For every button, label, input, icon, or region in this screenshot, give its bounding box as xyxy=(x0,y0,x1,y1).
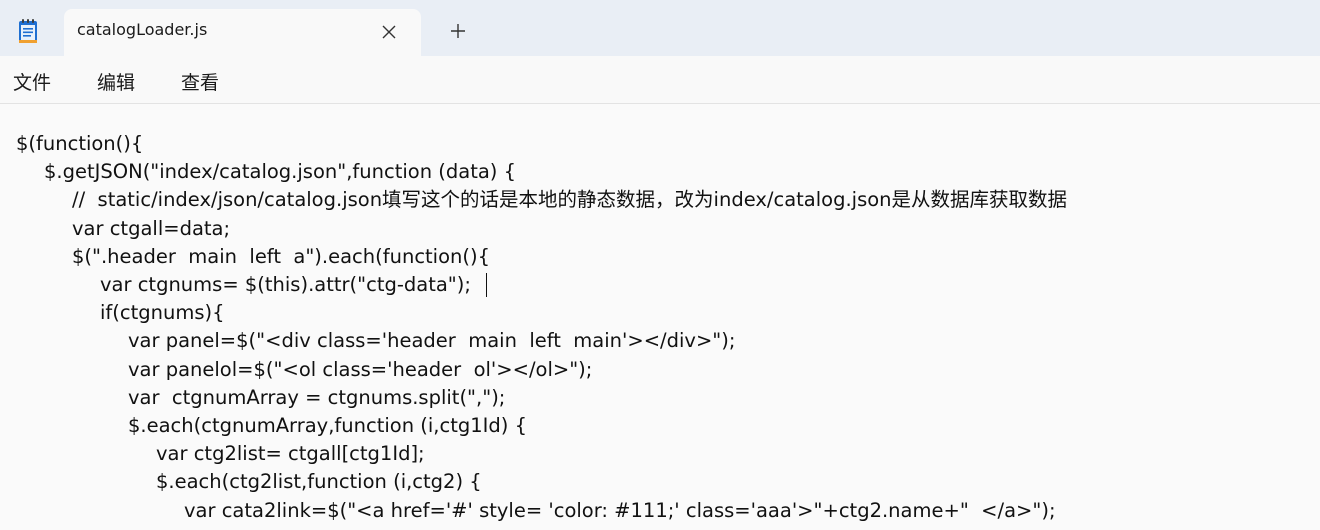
tab-title: catalogLoader.js xyxy=(77,20,208,39)
code-line: $.each(ctg2list,function (i,ctg2) { xyxy=(156,470,482,494)
menu-file[interactable]: 文件 xyxy=(13,68,51,95)
code-line: var ctgnums= $(this).attr("ctg-data"); xyxy=(100,273,471,296)
code-line: // static/index/json/catalog.json填写这个的话是… xyxy=(72,188,1068,212)
title-bar: catalogLoader.js xyxy=(0,0,1320,56)
code-line: $(".header main left a").each(function()… xyxy=(72,244,491,268)
menu-view[interactable]: 查看 xyxy=(181,68,219,95)
menu-bar: 文件 编辑 查看 xyxy=(0,56,1320,103)
code-line: var ctg2list= ctgall[ctg1Id]; xyxy=(156,442,425,466)
tab-catalogloader[interactable]: catalogLoader.js xyxy=(64,9,421,56)
code-line: $.each(ctgnumArray,function (i,ctg1Id) { xyxy=(128,414,527,437)
text-editor[interactable]: $(function(){ $.getJSON("index/catalog.js… xyxy=(0,104,1320,530)
code-line: var ctgnumArray = ctgnums.split(","); xyxy=(128,385,506,409)
new-tab-icon[interactable] xyxy=(447,20,469,42)
code-line: var cata2link=$("<a href='#' style= 'col… xyxy=(184,498,1056,522)
code-line: var panelol=$("<ol class='header ol'></o… xyxy=(128,357,593,381)
menu-edit[interactable]: 编辑 xyxy=(97,68,135,95)
code-line: $.getJSON("index/catalog.json",function … xyxy=(44,160,517,184)
notepad-window: catalogLoader.js 文件 编辑 查看 $(function(){$… xyxy=(0,0,1320,530)
code-line: if(ctgnums){ xyxy=(100,301,225,325)
code-line: var ctgall=data; xyxy=(72,216,231,240)
text-caret xyxy=(486,273,487,297)
code-line: var panel=$("<div class='header main lef… xyxy=(128,329,736,353)
code-line: $(function(){ xyxy=(16,132,144,155)
notepad-app-icon xyxy=(19,19,37,43)
close-tab-icon[interactable] xyxy=(378,21,400,43)
